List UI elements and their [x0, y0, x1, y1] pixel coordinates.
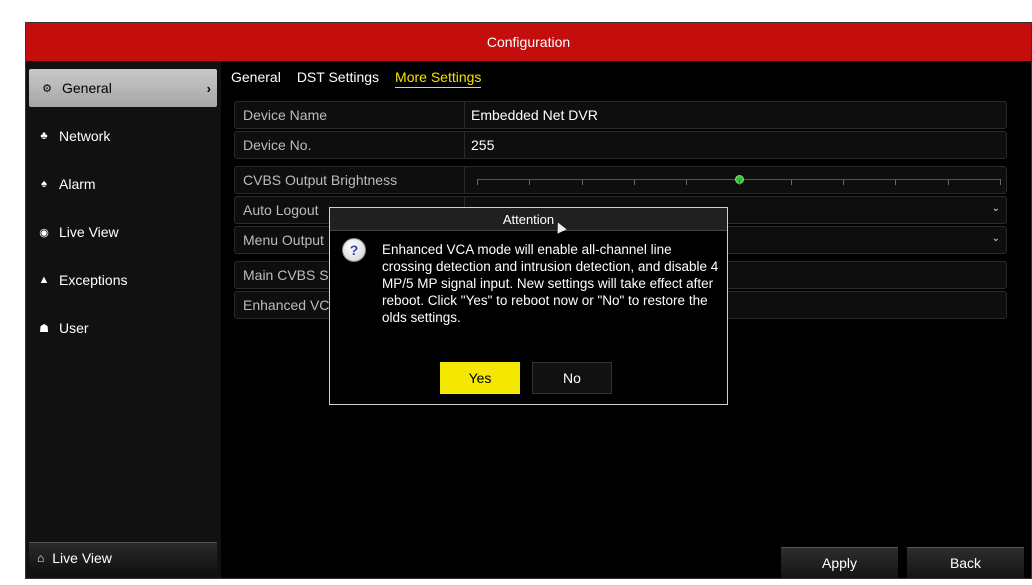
chevron-down-icon[interactable]: ⌄: [992, 233, 1000, 244]
cvbs-brightness-row: CVBS Output Brightness: [234, 166, 1007, 194]
slider-tick: [477, 179, 478, 185]
chevron-right-icon: ›: [206, 80, 211, 96]
slider-tick: [738, 179, 740, 185]
tab-bar: General DST Settings More Settings: [231, 69, 482, 88]
yes-button[interactable]: Yes: [440, 362, 520, 394]
sidebar-item-live-view[interactable]: ◉ Live View: [26, 213, 216, 251]
question-icon: ?: [342, 238, 366, 262]
network-icon: ♣: [40, 130, 48, 142]
brightness-slider[interactable]: [471, 167, 1006, 193]
apply-button[interactable]: Apply: [781, 547, 898, 578]
live-view-button-label: Live View: [52, 549, 112, 566]
tab-more-settings[interactable]: More Settings: [395, 69, 482, 88]
attention-dialog: Attention ? Enhanced VCA mode will enabl…: [329, 207, 728, 405]
back-button[interactable]: Back: [907, 547, 1024, 578]
slider-tick: [581, 179, 583, 185]
sidebar-item-alarm[interactable]: ♠ Alarm: [26, 165, 216, 203]
device-name-label: Device Name: [235, 102, 465, 128]
slider-tick: [790, 179, 792, 185]
alarm-icon: ♠: [41, 178, 47, 190]
device-name-row: Device Name Embedded Net DVR: [234, 101, 1007, 129]
slider-tick: [686, 179, 688, 185]
live-view-button[interactable]: ⌂ Live View: [29, 542, 217, 572]
sidebar-item-label: Network: [59, 128, 111, 144]
device-no-row: Device No. 255: [234, 131, 1007, 159]
sidebar-item-user[interactable]: ☗ User: [26, 309, 216, 347]
sidebar-item-general[interactable]: ⚙ General ›: [29, 69, 217, 107]
user-icon: ☗: [39, 322, 49, 335]
sidebar-item-label: Exceptions: [59, 272, 128, 288]
eye-icon: ◉: [39, 226, 49, 239]
dialog-title: Attention: [330, 208, 727, 231]
sidebar-item-label: User: [59, 320, 89, 336]
home-icon: ⌂: [37, 550, 45, 565]
tab-general[interactable]: General: [231, 69, 281, 88]
device-name-field[interactable]: Embedded Net DVR: [471, 102, 1006, 128]
device-no-label: Device No.: [235, 132, 465, 158]
dialog-message: Enhanced VCA mode will enable all-channe…: [382, 242, 719, 325]
slider-tick: [633, 179, 635, 185]
warning-icon: ▲: [38, 274, 50, 286]
sidebar-item-label: General: [62, 80, 112, 96]
device-no-field[interactable]: 255: [471, 132, 1006, 158]
slider-tick: [947, 179, 949, 185]
sidebar-item-exceptions[interactable]: ▲ Exceptions: [26, 261, 216, 299]
window-title: Configuration: [26, 23, 1031, 61]
slider-tick: [1000, 179, 1001, 185]
cvbs-brightness-label: CVBS Output Brightness: [235, 167, 465, 193]
slider-tick: [529, 179, 531, 185]
slider-tick: [895, 179, 897, 185]
sidebar-item-network[interactable]: ♣ Network: [26, 117, 216, 155]
tab-dst-settings[interactable]: DST Settings: [297, 69, 379, 88]
sidebar-item-label: Live View: [59, 224, 119, 240]
sidebar: ⚙ General › ♣ Network ♠ Alarm ◉ Live Vie…: [26, 61, 221, 578]
slider-tick: [843, 179, 845, 185]
gear-icon: ⚙: [42, 82, 52, 95]
chevron-down-icon[interactable]: ⌄: [992, 203, 1000, 214]
sidebar-item-label: Alarm: [59, 176, 96, 192]
no-button[interactable]: No: [532, 362, 612, 394]
